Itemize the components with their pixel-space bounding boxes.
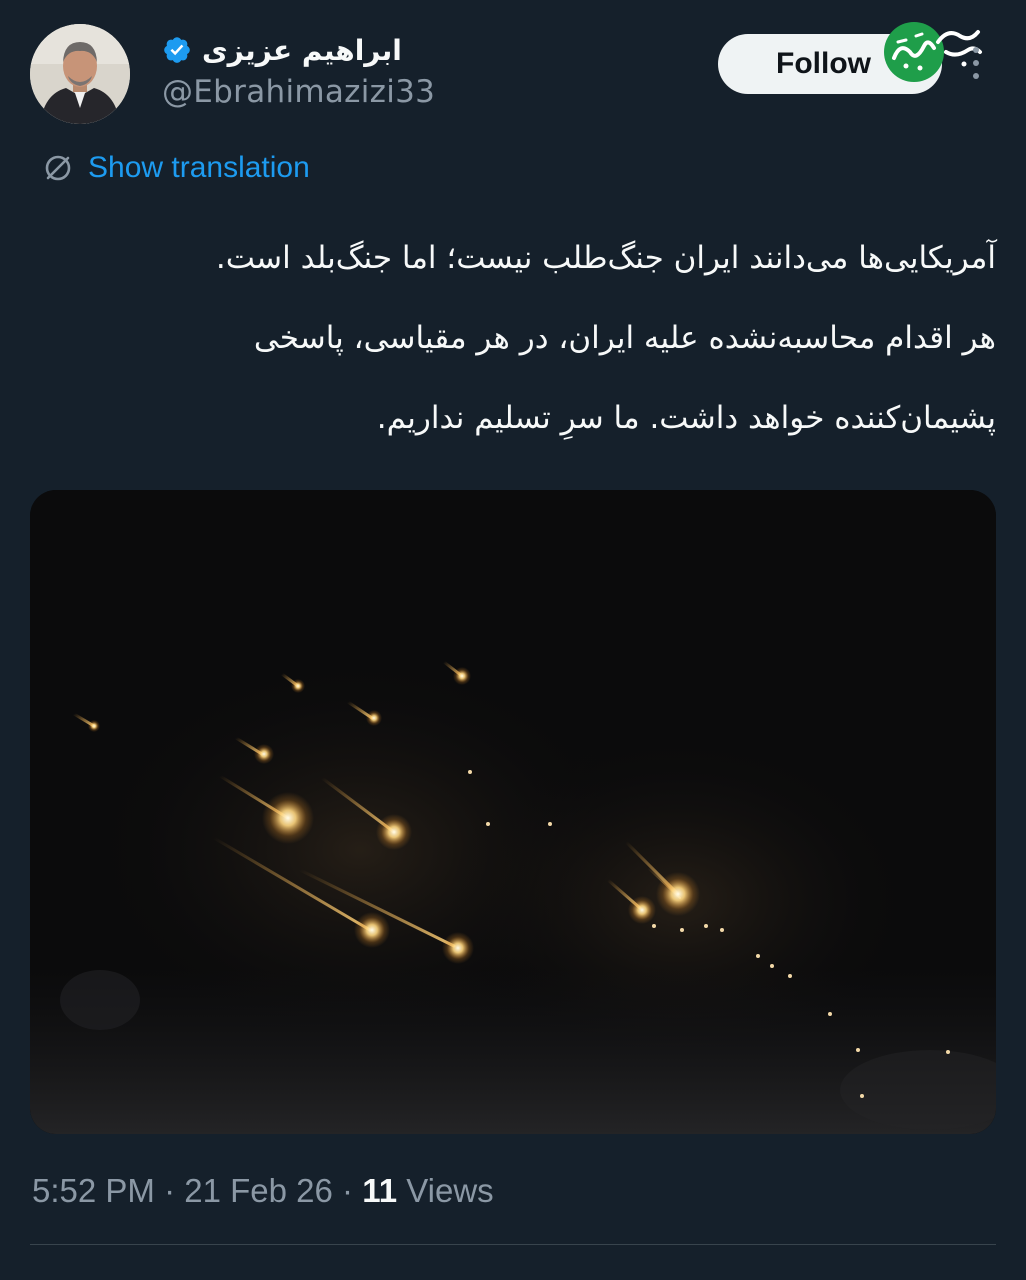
verified-badge-icon [164,37,190,63]
more-options-icon[interactable] [966,42,986,84]
author-avatar[interactable] [30,24,130,124]
meta-separator: · [154,1172,185,1209]
tweet-text-line: پشیمان‌کننده خواهد داشت. ما سرِ تسلیم ند… [376,400,996,436]
tweet-text-line: آمریکایی‌ها می‌دانند ایران جنگ‌طلب نیست؛… [215,240,996,276]
tweet-time[interactable]: 5:52 PM [32,1172,155,1210]
meta-separator: · [332,1172,363,1209]
show-translation-label: Show translation [88,151,310,184]
author-display-name: ابراهیم عزیزی [202,33,402,67]
tweet-text-line: هر اقدام محاسبه‌نشده علیه ایران، در هر م… [253,320,996,356]
author-handle[interactable]: @Ebrahimazizi33 [162,74,435,110]
views-label: Views [397,1172,494,1209]
follow-button-label: Follow [776,47,871,80]
author-name-row[interactable]: ابراهیم عزیزی [162,30,402,70]
tweet-meta: 5:52 PM · 21 Feb 26 · 11 Views [32,1166,494,1216]
translate-globe-icon [45,155,71,181]
tweet-text: آمریکایی‌ها می‌دانند ایران جنگ‌طلب نیست؛… [40,218,996,458]
tweet-date[interactable]: 21 Feb 26 [184,1172,333,1210]
views-count[interactable]: 11 [362,1172,397,1210]
show-translation-link[interactable]: Show translation [42,146,310,190]
tweet-media-photo[interactable] [30,490,996,1134]
divider [30,1244,996,1245]
